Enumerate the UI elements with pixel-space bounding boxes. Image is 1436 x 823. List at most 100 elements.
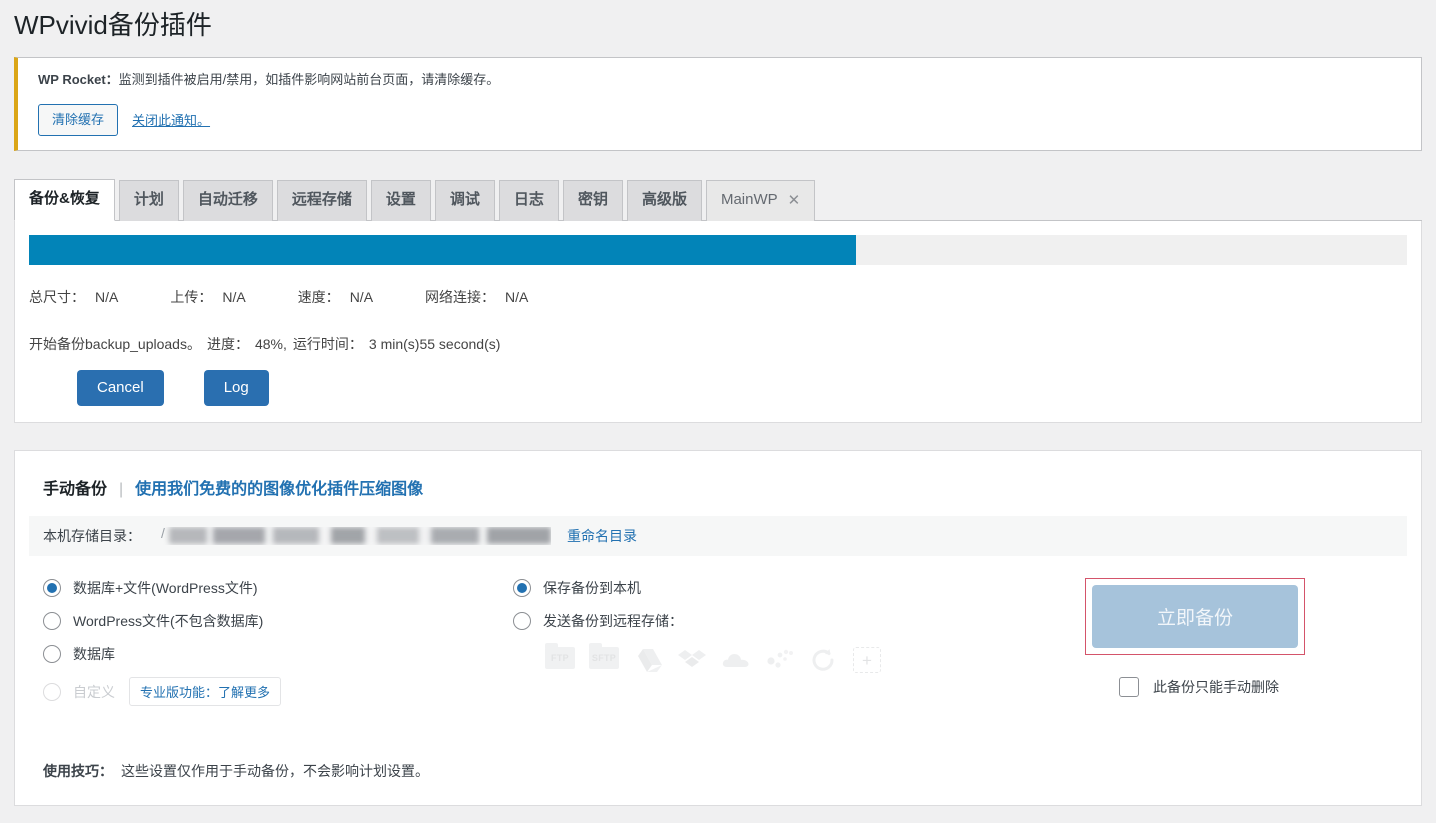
sftp-icon-label: SFTP: [589, 643, 619, 670]
option-label: 数据库+文件(WordPress文件): [73, 580, 258, 597]
notice-message: WP Rocket：监测到插件被启用/禁用，如插件影响网站前台页面，请清除缓存。: [38, 70, 1409, 91]
image-optimize-promo-link[interactable]: 使用我们免费的的图像优化插件压缩图像: [135, 475, 423, 499]
option-label: 保存备份到本机: [543, 580, 641, 597]
stat-upload: 上传： N/A: [170, 287, 245, 307]
stat-value: N/A: [222, 288, 246, 305]
tab-key[interactable]: 密钥: [562, 180, 623, 221]
backup-now-highlight: 立即备份: [1085, 578, 1305, 656]
notice-body: 监测到插件被启用/禁用，如插件影响网站前台页面，请清除缓存。: [118, 71, 500, 87]
tab-label: 高级版: [641, 191, 687, 209]
radio-icon[interactable]: [513, 612, 531, 631]
tab-label: 备份&恢复: [29, 190, 100, 208]
tab-auto-migration[interactable]: 自动迁移: [182, 180, 273, 221]
tab-debug[interactable]: 调试: [434, 180, 495, 221]
stat-value: N/A: [95, 288, 119, 305]
manual-backup-title: 手动备份: [43, 481, 108, 499]
stat-network: 网络连接： N/A: [425, 287, 528, 307]
tab-label: 远程存储: [291, 191, 352, 209]
tab-log[interactable]: 日志: [498, 180, 559, 221]
option-label: WordPress文件(不包含数据库): [73, 613, 264, 630]
manual-delete-row[interactable]: 此备份只能手动删除: [1119, 677, 1421, 698]
manual-backup-card: 手动备份 | 使用我们免费的的图像优化插件压缩图像 本机存储目录： / 重命名目…: [14, 450, 1422, 807]
progress-bar-fill: [29, 234, 856, 265]
google-drive-icon: [633, 647, 663, 673]
tab-settings[interactable]: 设置: [370, 180, 431, 221]
notice-prefix: WP Rocket：: [38, 71, 119, 87]
tips-text: 这些设置仅作用于手动备份，不会影响计划设置。: [121, 763, 429, 780]
stat-value: N/A: [505, 288, 529, 305]
manual-delete-checkbox[interactable]: [1119, 677, 1139, 698]
tab-schedule[interactable]: 计划: [118, 180, 179, 221]
radio-icon[interactable]: [43, 579, 61, 598]
manual-delete-label: 此备份只能手动删除: [1153, 679, 1279, 696]
cancel-button[interactable]: Cancel: [77, 370, 164, 407]
option-label: 发送备份到远程存储：: [543, 613, 683, 630]
header-divider: |: [119, 481, 124, 499]
tab-backup-restore[interactable]: 备份&恢复: [14, 179, 115, 221]
add-storage-icon[interactable]: +: [853, 647, 881, 674]
storage-directory-label: 本机存储目录：: [43, 528, 141, 545]
backup-type-column: 数据库+文件(WordPress文件) WordPress文件(不包含数据库) …: [43, 578, 513, 719]
backup-action-column: 立即备份 此备份只能手动删除: [1073, 578, 1421, 719]
tab-bar: 备份&恢复 计划 自动迁移 远程存储 设置 调试 日志 密钥 高级版 MainW…: [14, 175, 1422, 221]
tab-pro[interactable]: 高级版: [626, 180, 702, 221]
progress-status-line: 开始备份backup_uploads。 进度： 48%, 运行时间： 3 min(s)5…: [29, 335, 1421, 355]
remote-storage-icon-list: FTP SFTP +: [545, 643, 1073, 674]
wpvivid-backup-page: WPvivid备份插件 WP Rocket：监测到插件被启用/禁用，如插件影响网…: [0, 0, 1436, 823]
option-label: 自定义: [73, 683, 115, 700]
stat-label: 总尺寸：: [29, 288, 85, 305]
stat-speed: 速度： N/A: [298, 287, 373, 307]
tips-label: 使用技巧：: [43, 763, 113, 780]
destination-option-remote[interactable]: 发送备份到远程存储：: [513, 611, 1073, 631]
radio-icon[interactable]: [513, 579, 531, 598]
radio-icon[interactable]: [43, 645, 61, 664]
tab-label: 自动迁移: [197, 191, 258, 209]
destination-option-local[interactable]: 保存备份到本机: [513, 578, 1073, 598]
tab-label: 日志: [513, 191, 544, 209]
backup-type-option-db-files[interactable]: 数据库+文件(WordPress文件): [43, 578, 513, 598]
ftp-icon-label: FTP: [545, 643, 575, 670]
tab-label: 调试: [449, 191, 480, 209]
status-progress-value: 48%,: [254, 335, 287, 352]
stat-total-size: 总尺寸： N/A: [29, 287, 118, 307]
progress-bar-track: [29, 234, 1407, 265]
tab-mainwp[interactable]: MainWP ✕: [705, 180, 816, 221]
usage-tips: 使用技巧： 这些设置仅作用于手动备份，不会影响计划设置。: [43, 761, 1421, 781]
backup-now-button[interactable]: 立即备份: [1092, 585, 1298, 649]
tab-remote-storage[interactable]: 远程存储: [276, 180, 367, 221]
stat-value: N/A: [349, 288, 374, 305]
notice-actions: 清除缓存 关闭此通知。: [38, 103, 1409, 136]
radio-icon[interactable]: [43, 612, 61, 631]
backup-type-option-custom: 自定义 专业版功能：了解更多: [43, 677, 513, 707]
stat-label: 上传：: [170, 288, 213, 305]
tab-label: 密钥: [577, 191, 608, 209]
backup-options-grid: 数据库+文件(WordPress文件) WordPress文件(不包含数据库) …: [15, 578, 1421, 719]
backup-progress-card: 总尺寸： N/A 上传： N/A 速度： N/A 网络连接： N/A 开始备份b…: [14, 220, 1422, 424]
clear-cache-button[interactable]: 清除缓存: [38, 103, 119, 136]
status-time-label: 运行时间：: [292, 335, 363, 352]
tab-label: 计划: [133, 191, 164, 209]
ftp-icon: FTP: [545, 643, 575, 673]
wp-rocket-notice: WP Rocket：监测到插件被启用/禁用，如插件影响网站前台页面，请清除缓存。…: [14, 56, 1422, 151]
rename-directory-link[interactable]: 重命名目录: [567, 526, 637, 546]
progress-stats-row: 总尺寸： N/A 上传： N/A 速度： N/A 网络连接： N/A: [29, 287, 1421, 307]
amazon-s3-icon: [765, 647, 795, 673]
storage-directory-row: 本机存储目录： / 重命名目录: [29, 516, 1407, 557]
radio-icon: [43, 682, 61, 701]
page-title: WPvivid备份插件: [14, 10, 212, 40]
manual-backup-header: 手动备份 | 使用我们免费的的图像优化插件压缩图像: [15, 451, 1421, 499]
stat-label: 速度：: [297, 288, 340, 305]
dismiss-notice-link[interactable]: 关闭此通知。: [132, 110, 210, 129]
status-time-value: 3 min(s)55 second(s): [368, 335, 501, 352]
storage-directory-path: /: [161, 527, 551, 545]
log-button[interactable]: Log: [203, 370, 269, 407]
pro-feature-badge[interactable]: 专业版功能：了解更多: [129, 677, 282, 707]
backup-type-option-database[interactable]: 数据库: [43, 644, 513, 664]
path-prefix: /: [161, 527, 165, 542]
onedrive-icon: [721, 647, 751, 673]
backup-destination-column: 保存备份到本机 发送备份到远程存储： FTP SFTP +: [513, 578, 1073, 719]
close-icon[interactable]: ✕: [788, 193, 801, 208]
dropbox-icon: [677, 647, 707, 673]
status-progress-label: 进度：: [206, 335, 249, 352]
backup-type-option-files-only[interactable]: WordPress文件(不包含数据库): [43, 611, 513, 631]
